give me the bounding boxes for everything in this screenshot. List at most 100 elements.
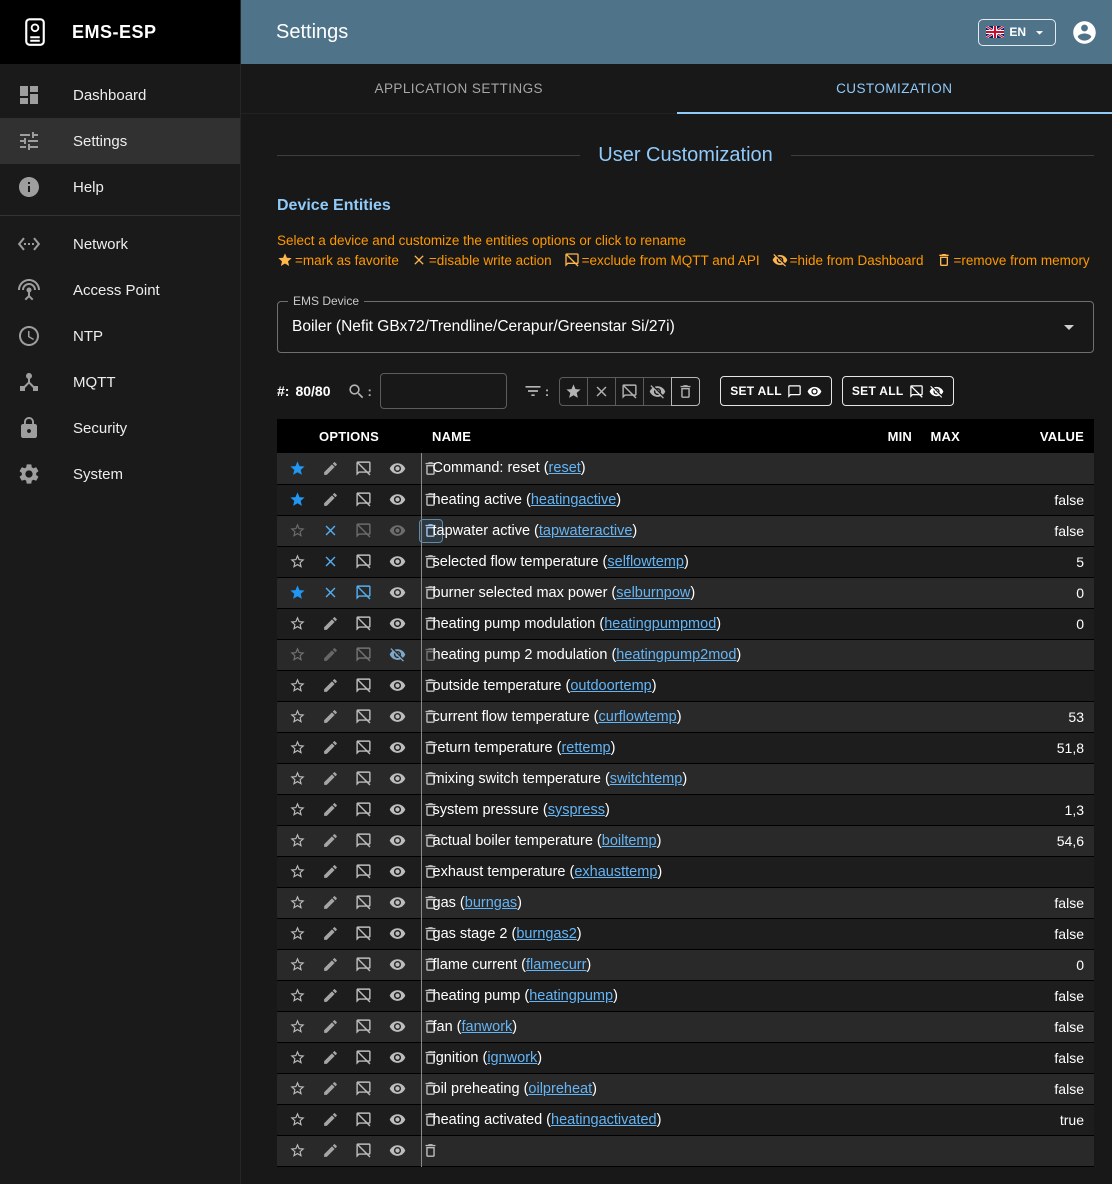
- table-row[interactable]: heating activated (heatingactivated) tru…: [277, 1104, 1094, 1135]
- table-row[interactable]: heating pump (heatingpump) false: [277, 980, 1094, 1011]
- table-row[interactable]: Command: reset (reset): [277, 453, 1094, 484]
- entity-link[interactable]: fanwork: [462, 1019, 513, 1035]
- hide-dashboard-icon[interactable]: [385, 1139, 409, 1163]
- hide-dashboard-icon[interactable]: [385, 456, 409, 480]
- sidebar-item-help[interactable]: Help: [0, 164, 240, 210]
- entity-link[interactable]: burngas2: [516, 926, 576, 942]
- entity-name[interactable]: actual boiler temperature (boiltemp): [421, 825, 872, 856]
- entity-link[interactable]: flamecurr: [526, 957, 586, 973]
- exclude-mqtt-icon[interactable]: [352, 1108, 376, 1132]
- exclude-mqtt-icon[interactable]: [352, 581, 376, 605]
- account-icon[interactable]: [1071, 19, 1098, 46]
- entity-link[interactable]: exhausttemp: [574, 864, 657, 880]
- table-row[interactable]: system pressure (syspress) 1,3: [277, 794, 1094, 825]
- table-row[interactable]: return temperature (rettemp) 51,8: [277, 732, 1094, 763]
- exclude-mqtt-icon[interactable]: [352, 984, 376, 1008]
- entity-link[interactable]: boiltemp: [602, 833, 657, 849]
- edit-write-icon[interactable]: [318, 705, 342, 729]
- disable-write-icon[interactable]: [318, 581, 342, 605]
- favorite-star-icon[interactable]: [285, 705, 309, 729]
- entity-link[interactable]: tapwateractive: [539, 523, 633, 539]
- hide-dashboard-icon[interactable]: [385, 1077, 409, 1101]
- favorite-star-icon[interactable]: [285, 643, 309, 667]
- filter-hide-dashboard-toggle[interactable]: [643, 377, 672, 406]
- edit-write-icon[interactable]: [318, 767, 342, 791]
- edit-write-icon[interactable]: [318, 612, 342, 636]
- hide-dashboard-icon[interactable]: [385, 891, 409, 915]
- favorite-star-icon[interactable]: [285, 519, 309, 543]
- table-row[interactable]: selected flow temperature (selflowtemp) …: [277, 546, 1094, 577]
- entity-name[interactable]: [421, 1135, 872, 1166]
- exclude-mqtt-icon[interactable]: [352, 550, 376, 574]
- entity-link[interactable]: heatingpump: [529, 988, 613, 1004]
- favorite-star-icon[interactable]: [285, 550, 309, 574]
- filter-exclude-mqtt-toggle[interactable]: [615, 377, 644, 406]
- entity-name[interactable]: outside temperature (outdoortemp): [421, 670, 872, 701]
- sidebar-item-ntp[interactable]: NTP: [0, 313, 240, 359]
- hide-dashboard-icon[interactable]: [385, 953, 409, 977]
- favorite-star-icon[interactable]: [285, 984, 309, 1008]
- entity-name[interactable]: fan (fanwork): [421, 1011, 872, 1042]
- favorite-star-icon[interactable]: [285, 488, 309, 512]
- hide-dashboard-icon[interactable]: [385, 705, 409, 729]
- entity-name[interactable]: oil preheating (oilpreheat): [421, 1073, 872, 1104]
- entity-name[interactable]: tapwater active (tapwateractive): [421, 515, 872, 546]
- favorite-star-icon[interactable]: [285, 1046, 309, 1070]
- tab-customization[interactable]: CUSTOMIZATION: [677, 64, 1112, 113]
- hide-dashboard-icon[interactable]: [385, 1015, 409, 1039]
- edit-write-icon[interactable]: [318, 456, 342, 480]
- edit-write-icon[interactable]: [318, 922, 342, 946]
- favorite-star-icon[interactable]: [285, 860, 309, 884]
- hide-dashboard-icon[interactable]: [385, 488, 409, 512]
- edit-write-icon[interactable]: [318, 891, 342, 915]
- edit-write-icon[interactable]: [318, 1108, 342, 1132]
- table-row[interactable]: outside temperature (outdoortemp): [277, 670, 1094, 701]
- table-row[interactable]: gas stage 2 (burngas2) false: [277, 918, 1094, 949]
- edit-write-icon[interactable]: [318, 1139, 342, 1163]
- exclude-mqtt-icon[interactable]: [352, 860, 376, 884]
- table-row[interactable]: burner selected max power (selburnpow) 0: [277, 577, 1094, 608]
- exclude-mqtt-icon[interactable]: [352, 798, 376, 822]
- device-select[interactable]: EMS Device Boiler (Nefit GBx72/Trendline…: [277, 301, 1094, 353]
- entity-name[interactable]: gas stage 2 (burngas2): [421, 918, 872, 949]
- favorite-star-icon[interactable]: [285, 612, 309, 636]
- edit-write-icon[interactable]: [318, 1077, 342, 1101]
- table-row[interactable]: [277, 1135, 1094, 1166]
- favorite-star-icon[interactable]: [285, 1108, 309, 1132]
- entity-link[interactable]: heatingpumpmod: [604, 616, 716, 632]
- edit-write-icon[interactable]: [318, 1015, 342, 1039]
- hide-dashboard-icon[interactable]: [385, 984, 409, 1008]
- favorite-star-icon[interactable]: [285, 829, 309, 853]
- favorite-star-icon[interactable]: [285, 1015, 309, 1039]
- entity-link[interactable]: heatingpump2mod: [616, 647, 736, 663]
- entity-name[interactable]: flame current (flamecurr): [421, 949, 872, 980]
- entity-link[interactable]: outdoortemp: [570, 678, 651, 694]
- sidebar-item-access-point[interactable]: Access Point: [0, 267, 240, 313]
- exclude-mqtt-icon[interactable]: [352, 922, 376, 946]
- exclude-mqtt-icon[interactable]: [352, 705, 376, 729]
- exclude-mqtt-icon[interactable]: [352, 1046, 376, 1070]
- remove-memory-icon[interactable]: [419, 1139, 443, 1163]
- sidebar-item-dashboard[interactable]: Dashboard: [0, 72, 240, 118]
- edit-write-icon[interactable]: [318, 1046, 342, 1070]
- sidebar-item-system[interactable]: System: [0, 451, 240, 497]
- favorite-star-icon[interactable]: [285, 581, 309, 605]
- edit-write-icon[interactable]: [318, 798, 342, 822]
- entity-name[interactable]: ignition (ignwork): [421, 1042, 872, 1073]
- set-all-show-button[interactable]: SET ALL: [720, 376, 832, 406]
- hide-dashboard-icon[interactable]: [385, 550, 409, 574]
- hide-dashboard-icon[interactable]: [385, 1046, 409, 1070]
- hide-dashboard-icon[interactable]: [385, 798, 409, 822]
- favorite-star-icon[interactable]: [285, 1139, 309, 1163]
- entity-link[interactable]: reset: [549, 460, 581, 476]
- exclude-mqtt-icon[interactable]: [352, 456, 376, 480]
- entity-link[interactable]: selflowtemp: [607, 554, 684, 570]
- table-row[interactable]: actual boiler temperature (boiltemp) 54,…: [277, 825, 1094, 856]
- exclude-mqtt-icon[interactable]: [352, 1077, 376, 1101]
- edit-write-icon[interactable]: [318, 860, 342, 884]
- entity-name[interactable]: heating pump modulation (heatingpumpmod): [421, 608, 872, 639]
- edit-write-icon[interactable]: [318, 953, 342, 977]
- search-input[interactable]: [380, 373, 507, 409]
- entity-link[interactable]: switchtemp: [610, 771, 683, 787]
- table-row[interactable]: current flow temperature (curflowtemp) 5…: [277, 701, 1094, 732]
